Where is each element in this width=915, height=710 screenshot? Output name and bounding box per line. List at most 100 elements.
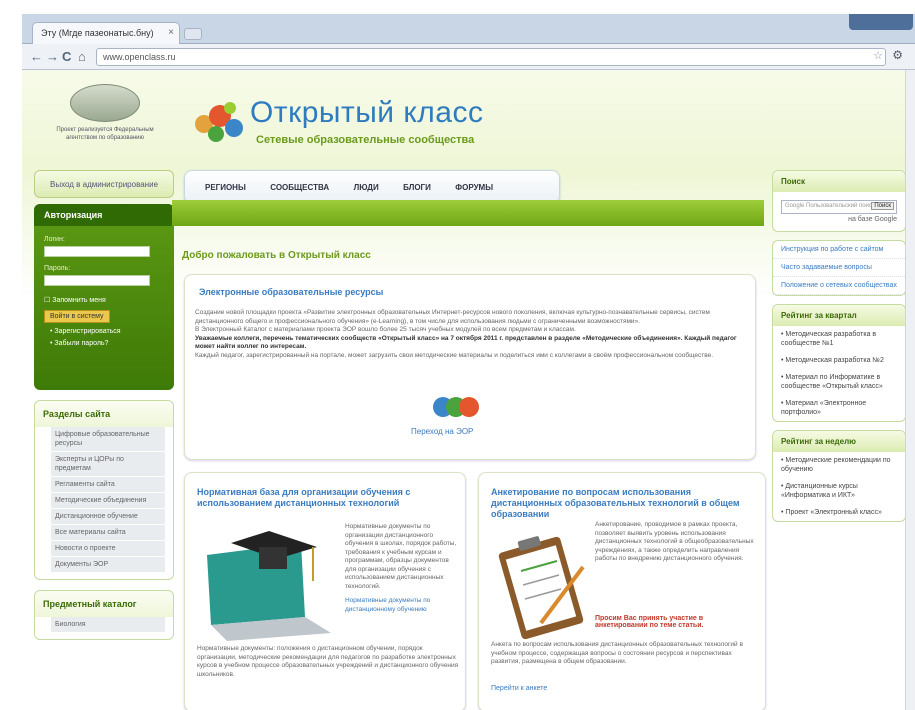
nav-regions[interactable]: РЕГИОНЫ bbox=[205, 183, 246, 192]
browser-toolbar: ← → C ⌂ www.openclass.ru ☆ ⚙ bbox=[22, 44, 915, 70]
rating-item[interactable]: • Материал «Электронное портфолио» bbox=[773, 395, 905, 421]
regulation-bottom-text: Нормативные документы: положения о диста… bbox=[197, 645, 459, 678]
catalog-title: Предметный каталог bbox=[35, 591, 173, 617]
regulation-subtitle[interactable]: Нормативные документы по дистанционному … bbox=[345, 597, 459, 614]
survey-paragraph: Анкетирование, проводимое в рамках проек… bbox=[595, 521, 754, 562]
subject-catalog: Предметный каталог Биология bbox=[34, 590, 174, 640]
left-column: Выход в администрирование Авторизация Ло… bbox=[34, 170, 174, 640]
eor-title[interactable]: Электронные образовательные ресурсы bbox=[199, 287, 383, 297]
browser-tab[interactable]: Эту (Мгде пазеонатыс.бну) × bbox=[32, 22, 180, 44]
survey-card: Анкетирование по вопросам использования … bbox=[478, 472, 766, 710]
section-item[interactable]: Документы ЭОР bbox=[51, 557, 165, 573]
right-column: Поиск Google Пользовательский поиск Поис… bbox=[772, 170, 906, 530]
survey-text: Анкетирование, проводимое в рамках проек… bbox=[595, 521, 755, 564]
section-item[interactable]: Методические объединения bbox=[51, 493, 165, 509]
reload-icon[interactable]: C bbox=[62, 49, 71, 64]
section-item[interactable]: Цифровые образовательные ресурсы bbox=[51, 427, 165, 452]
info-link[interactable]: Инструкция по работе с сайтом bbox=[773, 241, 905, 259]
week-rating: Рейтинг за неделю • Методические рекомен… bbox=[772, 430, 906, 522]
regulation-text: Нормативные документы по организации дис… bbox=[345, 523, 459, 614]
bookmark-star-icon[interactable]: ☆ bbox=[873, 49, 883, 62]
info-link[interactable]: Часто задаваемые вопросы bbox=[773, 259, 905, 277]
wrench-menu-icon[interactable]: ⚙ bbox=[892, 48, 903, 62]
search-input[interactable]: Google Пользовательский поиск Поиск bbox=[781, 200, 897, 214]
password-input[interactable] bbox=[44, 275, 150, 286]
survey-bottom: Анкета по вопросам использования дистанц… bbox=[491, 641, 753, 667]
remember-label: Запомнить меня bbox=[52, 297, 106, 304]
tab-strip: Эту (Мгде пазеонатыс.бну) × bbox=[22, 14, 915, 44]
week-rating-title: Рейтинг за неделю bbox=[773, 431, 905, 452]
google-tag: на базе Google bbox=[848, 216, 897, 223]
login-input[interactable] bbox=[44, 246, 150, 257]
week-item[interactable]: • Дистанционные курсы «Информатика и ИКТ… bbox=[773, 478, 905, 504]
info-links: Инструкция по работе с сайтом Часто зада… bbox=[772, 240, 906, 296]
regulation-paragraph: Нормативные документы по организации дис… bbox=[345, 523, 457, 590]
site-title[interactable]: Открытый класс bbox=[250, 96, 484, 130]
remember-checkbox[interactable]: ☐ Запомнить меня bbox=[44, 296, 164, 304]
section-item[interactable]: Дистанционное обучение bbox=[51, 509, 165, 525]
web-page: Проект реализуется Федеральным агентство… bbox=[22, 70, 915, 710]
clipboard-icon bbox=[498, 536, 585, 640]
quarter-rating: Рейтинг за квартал • Методическая разраб… bbox=[772, 304, 906, 422]
main-nav: РЕГИОНЫ СООБЩЕСТВА ЛЮДИ БЛОГИ ФОРУМЫ bbox=[184, 170, 560, 204]
eor-paragraph: Каждый педагог, зарегистрированный на по… bbox=[195, 351, 714, 359]
search-placeholder: Google Пользовательский поиск bbox=[785, 203, 875, 209]
survey-link[interactable]: Перейти к анкете bbox=[491, 685, 547, 692]
admin-button[interactable]: Выход в администрирование bbox=[34, 170, 174, 198]
nav-people[interactable]: ЛЮДИ bbox=[354, 183, 379, 192]
sections-title: Разделы сайта bbox=[35, 401, 173, 427]
regulation-bottom: Нормативные документы: положения о диста… bbox=[197, 645, 459, 679]
section-item[interactable]: Все материалы сайта bbox=[51, 525, 165, 541]
logo-caption: Проект реализуется Федеральным агентство… bbox=[56, 127, 154, 141]
search-title: Поиск bbox=[773, 171, 905, 192]
rating-item-text: Методическая разработка №2 bbox=[785, 357, 884, 364]
green-banner bbox=[172, 200, 764, 226]
home-icon[interactable]: ⌂ bbox=[78, 49, 86, 64]
browser-window: Эту (Мгде пазеонатыс.бну) × ← → C ⌂ www.… bbox=[0, 0, 915, 710]
close-tab-icon[interactable]: × bbox=[168, 27, 174, 38]
auth-panel: Авторизация Логин: Пароль: ☐ Запомнить м… bbox=[34, 204, 174, 390]
section-item[interactable]: Эксперты и ЦОРы по предметам bbox=[51, 452, 165, 477]
password-label: Пароль: bbox=[44, 265, 71, 272]
login-button[interactable]: Войти в систему bbox=[44, 310, 110, 323]
week-item[interactable]: • Методические рекомендации по обучению bbox=[773, 452, 905, 478]
survey-call[interactable]: Просим Вас принять участие в анкетирован… bbox=[595, 615, 755, 629]
regulation-title[interactable]: Нормативная база для организации обучени… bbox=[197, 487, 453, 509]
forgot-password-link[interactable]: • Забыли пароль? bbox=[44, 340, 164, 347]
rating-item-text: Материал по Информатике в сообществе «От… bbox=[781, 374, 883, 390]
rating-item[interactable]: • Методическая разработка №2 bbox=[773, 352, 905, 369]
survey-bottom-text: Анкета по вопросам использования дистанц… bbox=[491, 641, 743, 665]
info-link[interactable]: Положение о сетевых сообществах bbox=[773, 277, 905, 295]
nav-forums[interactable]: ФОРУМЫ bbox=[455, 183, 493, 192]
rating-item[interactable]: • Материал по Информатике в сообществе «… bbox=[773, 369, 905, 395]
rating-item[interactable]: • Методическая разработка в сообществе №… bbox=[773, 326, 905, 352]
register-link[interactable]: • Зарегистрироваться bbox=[44, 328, 164, 335]
window-controls[interactable] bbox=[849, 14, 913, 30]
site-subtitle: Сетевые образовательные сообщества bbox=[256, 134, 475, 146]
rating-item-text: Материал «Электронное портфолио» bbox=[781, 400, 867, 416]
new-tab-button[interactable] bbox=[184, 28, 202, 40]
section-item[interactable]: Регламенты сайта bbox=[51, 477, 165, 493]
survey-title[interactable]: Анкетирование по вопросам использования … bbox=[491, 487, 753, 520]
quarter-rating-title: Рейтинг за квартал bbox=[773, 305, 905, 326]
welcome-heading: Добро пожаловать в Открытый класс bbox=[182, 250, 371, 261]
week-item[interactable]: • Проект «Электронный класс» bbox=[773, 504, 905, 521]
address-bar[interactable]: www.openclass.ru bbox=[96, 48, 886, 66]
eor-card: Электронные образовательные ресурсы Созд… bbox=[184, 274, 756, 460]
nav-communities[interactable]: СООБЩЕСТВА bbox=[270, 183, 329, 192]
catalog-item[interactable]: Биология bbox=[51, 617, 165, 633]
week-item-text: Дистанционные курсы «Информатика и ИКТ» bbox=[781, 483, 858, 499]
section-item[interactable]: Новости о проекте bbox=[51, 541, 165, 557]
week-item-text: Методические рекомендации по обучению bbox=[781, 457, 891, 473]
building-icon bbox=[70, 84, 140, 122]
search-button[interactable]: Поиск bbox=[871, 202, 894, 210]
eor-link[interactable]: Переход на ЭОР bbox=[411, 427, 473, 436]
back-icon[interactable]: ← bbox=[30, 49, 43, 64]
nav-blogs[interactable]: БЛОГИ bbox=[403, 183, 431, 192]
eor-logo-icon[interactable] bbox=[433, 393, 479, 421]
vertical-scrollbar[interactable] bbox=[905, 70, 915, 710]
ministry-logo[interactable]: Проект реализуется Федеральным агентство… bbox=[40, 78, 170, 162]
login-label: Логин: bbox=[44, 236, 65, 243]
site-logo-icon[interactable] bbox=[190, 94, 246, 144]
forward-icon[interactable]: → bbox=[46, 49, 59, 64]
